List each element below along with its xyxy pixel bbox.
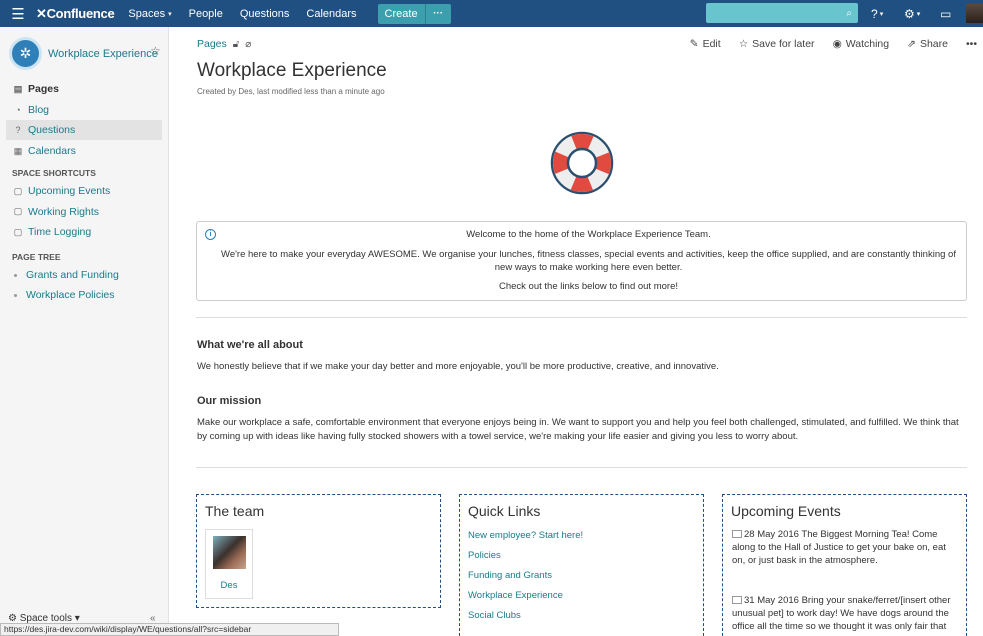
more-actions-icon[interactable]: ••• bbox=[966, 38, 977, 50]
info-description: We're here to make your everyday AWESOME… bbox=[221, 249, 956, 273]
nav-questions[interactable]: Questions bbox=[240, 8, 290, 20]
sidebar: ✲ Workplace Experience ☆ ▤ Pages ◔ Blog ? Q… bbox=[0, 27, 169, 636]
lock-icon[interactable]: 🔓︎ bbox=[233, 39, 239, 50]
star-icon: ☆ bbox=[738, 38, 749, 50]
sidebar-item-questions[interactable]: ? Questions bbox=[6, 120, 162, 141]
attachment-icon[interactable]: ⌀ bbox=[245, 39, 251, 50]
sidebar-item-blog[interactable]: ◔ Blog bbox=[6, 100, 162, 120]
quick-link[interactable]: New employee? Start here! bbox=[468, 530, 583, 541]
tree-item-grants[interactable]: Grants and Funding bbox=[6, 265, 162, 285]
pencil-icon: ✎ bbox=[689, 38, 699, 50]
space-logo-icon: ✲ bbox=[9, 37, 42, 70]
tree-item-policies[interactable]: Workplace Policies bbox=[6, 285, 162, 305]
create-more-button[interactable]: ··· bbox=[424, 3, 451, 24]
sidebar-nav: ▤ Pages ◔ Blog ? Questions ▦ Calendars bbox=[6, 79, 162, 162]
events-title: Upcoming Events bbox=[731, 503, 841, 519]
page-byline: Created by Des, last modified less than … bbox=[197, 87, 385, 96]
space-name[interactable]: Workplace Experience bbox=[48, 48, 158, 60]
pages-icon: ▤ bbox=[13, 83, 23, 94]
calendar-icon bbox=[732, 596, 742, 604]
share-button[interactable]: ⇗ Share bbox=[907, 38, 948, 50]
search-input[interactable]: ⌕ bbox=[706, 3, 858, 23]
sidebar-item-calendars[interactable]: ▦ Calendars bbox=[6, 141, 162, 161]
event-date: 31 May 2016 bbox=[744, 595, 799, 606]
space-header[interactable]: ✲ Workplace Experience bbox=[9, 37, 158, 70]
lifebuoy-icon bbox=[550, 131, 614, 195]
notifications-icon[interactable]: ▭ bbox=[940, 0, 951, 27]
main-content: Pages 🔓︎ ⌀ ✎ Edit ☆ Save for later ◉ Watchi… bbox=[169, 27, 983, 636]
breadcrumb: Pages 🔓︎ ⌀ bbox=[197, 38, 251, 50]
info-icon: i bbox=[205, 229, 216, 240]
save-for-later-button[interactable]: ☆ Save for later bbox=[739, 38, 815, 50]
member-avatar bbox=[212, 536, 246, 569]
nav-spaces[interactable]: Spaces ▾ bbox=[128, 8, 171, 20]
mission-text: Make our workplace a safe, comfortable e… bbox=[197, 417, 959, 442]
event-item: 28 May 2016 The Biggest Morning Tea! Com… bbox=[732, 528, 960, 567]
quick-link[interactable]: Policies bbox=[468, 550, 501, 561]
about-text: We honestly believe that if we make your… bbox=[197, 361, 719, 372]
bullet-icon bbox=[14, 293, 17, 297]
link-page-icon: ▢ bbox=[13, 206, 23, 217]
link-page-icon: ▢ bbox=[13, 185, 23, 196]
space-shortcuts: SPACE SHORTCUTS ▢ Upcoming Events ▢ Workin… bbox=[6, 165, 162, 243]
user-avatar[interactable] bbox=[966, 4, 983, 23]
page-actions: ✎ Edit ☆ Save for later ◉ Watching ⇗ Share •… bbox=[672, 38, 977, 50]
shortcuts-heading: SPACE SHORTCUTS bbox=[12, 168, 96, 178]
page-title: Workplace Experience bbox=[197, 60, 387, 81]
top-nav: ☰ ✕Confluence Spaces ▾ People Questions C… bbox=[0, 0, 983, 27]
member-name[interactable]: Des bbox=[206, 580, 252, 591]
menu-icon[interactable]: ☰ bbox=[0, 0, 36, 27]
link-page-icon: ▢ bbox=[13, 226, 23, 237]
quick-links-panel: Quick Links New employee? Start here! Po… bbox=[459, 494, 704, 636]
nav-people[interactable]: People bbox=[189, 8, 223, 20]
event-date: 28 May 2016 bbox=[744, 529, 799, 540]
edit-button[interactable]: ✎ Edit bbox=[690, 38, 721, 50]
shortcut-working-rights[interactable]: ▢ Working Rights bbox=[6, 202, 162, 222]
events-panel: Upcoming Events 28 May 2016 The Biggest … bbox=[722, 494, 967, 636]
create-button[interactable]: Create bbox=[377, 3, 425, 24]
info-cta: Check out the links below to find out mo… bbox=[498, 281, 678, 292]
eye-icon: ◉ bbox=[832, 38, 842, 50]
caret-down-icon: ▾ bbox=[168, 10, 172, 18]
page-tree-heading: PAGE TREE bbox=[12, 252, 61, 262]
share-icon: ⇗ bbox=[907, 38, 916, 50]
team-member-card[interactable]: Des bbox=[205, 529, 253, 599]
calendar-icon: ▦ bbox=[13, 145, 23, 156]
info-welcome: Welcome to the home of the Workplace Exp… bbox=[466, 229, 711, 240]
confluence-x-icon: ✕ bbox=[36, 5, 47, 21]
nav-calendars[interactable]: Calendars bbox=[306, 8, 356, 20]
about-heading: What we're all about bbox=[197, 339, 303, 351]
quick-links-title: Quick Links bbox=[468, 503, 541, 519]
breadcrumb-pages[interactable]: Pages bbox=[197, 38, 227, 50]
event-item: 31 May 2016 Bring your snake/ferret/[ins… bbox=[732, 594, 960, 633]
quick-link[interactable]: Workplace Experience bbox=[468, 590, 563, 601]
blog-icon: ◔ bbox=[15, 104, 21, 115]
team-panel: The team Des bbox=[196, 494, 441, 608]
settings-icon[interactable]: ⚙ ▾ bbox=[904, 0, 920, 27]
divider bbox=[196, 317, 967, 318]
shortcut-time-logging[interactable]: ▢ Time Logging bbox=[6, 222, 162, 242]
shortcut-upcoming-events[interactable]: ▢ Upcoming Events bbox=[6, 181, 162, 201]
quick-link[interactable]: Social Clubs bbox=[468, 610, 521, 621]
confluence-logo[interactable]: ✕Confluence bbox=[36, 5, 115, 22]
divider bbox=[196, 467, 967, 468]
questions-icon: ? bbox=[15, 125, 21, 136]
search-icon: ⌕ bbox=[846, 7, 852, 19]
watching-button[interactable]: ◉ Watching bbox=[833, 38, 890, 50]
info-panel: i Welcome to the home of the Workplace E… bbox=[196, 221, 967, 301]
team-title: The team bbox=[205, 503, 265, 519]
star-icon[interactable]: ☆ bbox=[150, 44, 161, 58]
bullet-icon bbox=[14, 273, 17, 277]
help-icon[interactable]: ? ▾ bbox=[871, 0, 883, 27]
page-tree: PAGE TREE Grants and Funding Workplace P… bbox=[6, 249, 162, 305]
mission-heading: Our mission bbox=[197, 395, 262, 407]
sidebar-item-pages[interactable]: ▤ Pages bbox=[6, 79, 162, 99]
calendar-icon bbox=[732, 530, 742, 538]
quick-link[interactable]: Funding and Grants bbox=[468, 570, 552, 581]
